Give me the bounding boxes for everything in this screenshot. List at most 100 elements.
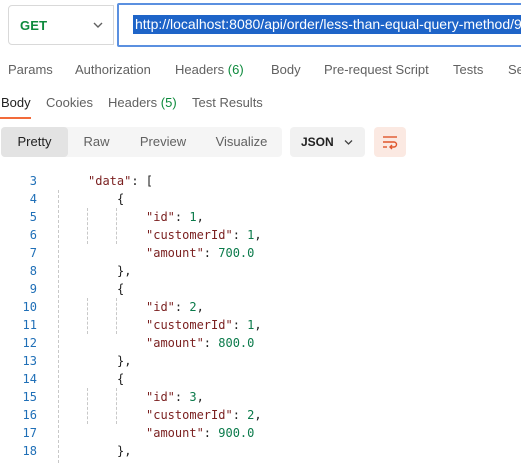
code-text: }, [117, 442, 131, 460]
code-text: "id": 2, [146, 298, 204, 316]
view-visualize-button[interactable]: Visualize [201, 127, 282, 157]
code-text: "id": 3, [146, 388, 204, 406]
line-number: 7 [29, 246, 37, 260]
format-label: JSON [301, 135, 334, 149]
code-line: 11 "customerId": 1, [0, 316, 521, 334]
line-number: 6 [29, 228, 37, 242]
text-wrap-icon [383, 136, 398, 150]
json-punctuation: : [203, 336, 219, 350]
json-punctuation: : [232, 228, 248, 242]
json-punctuation: : [232, 318, 248, 332]
json-key: "amount" [146, 426, 204, 440]
json-key: "amount" [146, 246, 204, 260]
view-pretty-button[interactable]: Pretty [1, 127, 68, 157]
active-tab-underline [0, 117, 31, 119]
tab-headers[interactable]: Headers (6) [175, 62, 244, 77]
view-mode-group: Pretty Raw Preview Visualize [1, 127, 282, 157]
chevron-down-icon [93, 22, 103, 28]
code-line: 15 "id": 3, [0, 388, 521, 406]
indent-guide [87, 298, 88, 334]
json-key: "data" [88, 174, 132, 188]
tab-tests[interactable]: Tests [453, 62, 483, 77]
line-number: 3 [29, 174, 37, 188]
json-punctuation: : [174, 390, 190, 404]
code-text: { [117, 190, 124, 208]
response-tab-cookies[interactable]: Cookies [46, 95, 93, 110]
json-value: 1 [189, 210, 197, 224]
code-line: 17 "amount": 900.0 [0, 424, 521, 442]
json-punctuation: , [254, 408, 262, 422]
line-number: 11 [22, 318, 37, 332]
view-preview-button[interactable]: Preview [125, 127, 201, 157]
line-number: 13 [22, 354, 37, 368]
code-line: 16 "customerId": 2, [0, 406, 521, 424]
view-raw-button[interactable]: Raw [68, 127, 125, 157]
code-line: 3 "data": [ [0, 172, 521, 190]
code-text: }, [117, 352, 131, 370]
code-line: 12 "amount": 800.0 [0, 334, 521, 352]
indent-guide [87, 388, 88, 424]
tab-body[interactable]: Body [271, 62, 301, 77]
json-punctuation: }, [117, 444, 132, 458]
line-number: 15 [22, 390, 37, 404]
json-punctuation: { [117, 192, 125, 206]
url-input[interactable]: http://localhost:8080/api/order/less-tha… [117, 3, 521, 47]
code-line: 18}, [0, 442, 521, 460]
indent-guide [116, 388, 117, 424]
line-number: 4 [29, 192, 37, 206]
code-text: "customerId": 1, [146, 226, 262, 244]
json-punctuation: : [174, 300, 190, 314]
method-select[interactable]: GET [8, 5, 114, 45]
code-text: "customerId": 2, [146, 406, 262, 424]
line-number: 5 [29, 210, 37, 224]
json-punctuation: , [254, 228, 262, 242]
code-line: 14 { [0, 370, 521, 388]
tab-authorization[interactable]: Authorization [75, 62, 151, 77]
line-number: 10 [22, 300, 37, 314]
code-text: { [117, 280, 124, 298]
code-text: }, [117, 262, 131, 280]
line-number: 12 [22, 336, 37, 350]
line-number: 8 [29, 264, 37, 278]
json-punctuation: : [174, 210, 190, 224]
url-text: http://localhost:8080/api/order/less-tha… [133, 15, 521, 34]
code-text: "id": 1, [146, 208, 204, 226]
code-line: 10 "id": 2, [0, 298, 521, 316]
json-key: "customerId" [146, 408, 233, 422]
wrap-button[interactable] [374, 127, 406, 157]
tab-params[interactable]: Params [8, 62, 53, 77]
response-tab-test-results[interactable]: Test Results [192, 95, 263, 110]
method-label: GET [20, 18, 48, 33]
code-line: 7 "amount": 700.0 [0, 244, 521, 262]
code-line: 4{ [0, 190, 521, 208]
json-value: 2 [189, 300, 197, 314]
code-line: 13}, [0, 352, 521, 370]
format-select[interactable]: JSON [290, 127, 365, 157]
tab-pre-request-script[interactable]: Pre-request Script [324, 62, 429, 77]
code-text: "data": [ [88, 172, 153, 190]
json-punctuation: , [254, 318, 262, 332]
json-value: 800.0 [218, 336, 255, 350]
indent-guide [58, 190, 59, 463]
response-tab-body[interactable]: Body [1, 95, 31, 110]
json-punctuation: , [196, 390, 204, 404]
json-key: "amount" [146, 336, 204, 350]
code-text: "amount": 800.0 [146, 334, 254, 352]
code-line: 8}, [0, 262, 521, 280]
json-value: 700.0 [218, 246, 255, 260]
json-punctuation: , [196, 300, 204, 314]
indent-guide [116, 298, 117, 334]
tab-settings[interactable]: Se [508, 62, 521, 77]
json-value: 900.0 [218, 426, 255, 440]
code-line: 9{ [0, 280, 521, 298]
json-key: "customerId" [146, 228, 233, 242]
code-text: "amount": 700.0 [146, 244, 254, 262]
line-number: 17 [22, 426, 37, 440]
line-number: 9 [29, 282, 37, 296]
json-punctuation: : [232, 408, 248, 422]
line-number: 16 [22, 408, 37, 422]
json-key: "id" [146, 300, 175, 314]
response-tab-headers[interactable]: Headers (5) [108, 95, 177, 110]
json-punctuation: }, [117, 264, 132, 278]
json-key: "id" [146, 210, 175, 224]
